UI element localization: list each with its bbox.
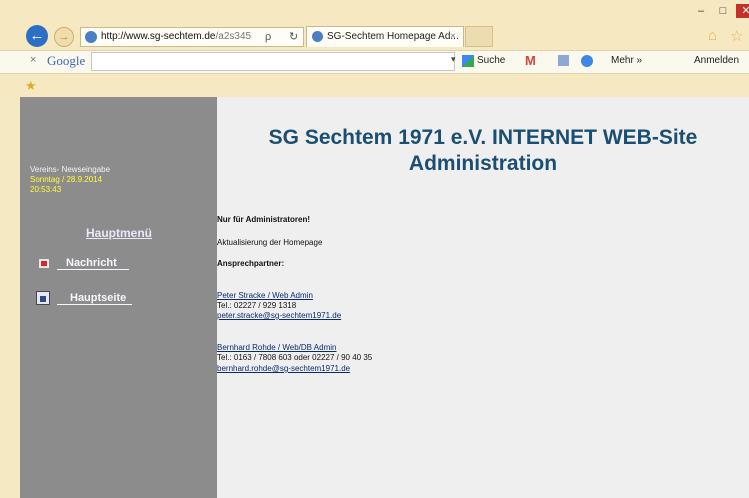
main-menu-title[interactable]: Hauptmenü bbox=[86, 226, 152, 240]
forward-arrow-icon[interactable]: → bbox=[54, 27, 74, 47]
browser-tab[interactable]: SG-Sechtem Homepage Ad... × bbox=[306, 26, 464, 47]
site-favicon-icon bbox=[85, 31, 97, 43]
main-content: SG Sechtem 1971 e.V. INTERNET WEB-Site A… bbox=[217, 97, 749, 498]
anmelden-button[interactable]: Anmelden bbox=[694, 55, 739, 66]
new-tab-button[interactable] bbox=[465, 26, 493, 47]
back-arrow-icon[interactable]: ← bbox=[26, 25, 48, 47]
homepage-icon[interactable] bbox=[36, 291, 50, 305]
sidebar-item-nachricht[interactable]: Nachricht bbox=[57, 257, 129, 270]
google-logo: Google bbox=[47, 53, 86, 68]
sidebar: Vereins- Newseingabe Sonntag / 28.9.2014… bbox=[20, 97, 217, 498]
toolbar-close-icon[interactable]: × bbox=[30, 54, 36, 66]
contact-phone: Tel.: 0163 / 7808 603 oder 02227 / 90 40… bbox=[217, 353, 373, 362]
page-title-line2: Administration bbox=[408, 152, 558, 175]
url-path: /a2s345 bbox=[215, 31, 252, 42]
sidebar-time: 20:53:43 bbox=[30, 185, 62, 194]
update-text: Aktualisierung der Homepage bbox=[217, 238, 323, 247]
maximize-button[interactable]: □ bbox=[714, 4, 732, 18]
tab-close-icon[interactable]: × bbox=[450, 27, 456, 47]
url-host: http://www.sg-sechtem.de bbox=[101, 31, 216, 42]
page-title-line1: SG Sechtem 1971 e.V. INTERNET WEB-Site bbox=[268, 126, 698, 149]
tab-title: SG-Sechtem Homepage Ad... bbox=[327, 31, 459, 42]
url-text: http://www.sg-sechtem.de/a2s345 bbox=[101, 28, 251, 46]
refresh-icon[interactable]: ↻ bbox=[289, 28, 298, 46]
web-page: Vereins- Newseingabe Sonntag / 28.9.2014… bbox=[20, 97, 749, 498]
sidebar-label: Vereins- Newseingabe bbox=[30, 165, 111, 174]
google-search-icon[interactable] bbox=[462, 55, 474, 67]
gmail-icon[interactable]: M bbox=[525, 53, 536, 68]
close-window-button[interactable]: ✕ bbox=[736, 4, 749, 18]
contact-phone: Tel.: 02227 / 929 1318 bbox=[217, 301, 297, 310]
contact-email-link[interactable]: bernhard.rohde@sg-sechtem1971.de bbox=[217, 364, 350, 373]
minimize-button[interactable]: – bbox=[692, 4, 710, 18]
chevron-down-icon[interactable]: ▾ bbox=[451, 54, 456, 65]
share-icon[interactable] bbox=[581, 55, 593, 67]
message-icon[interactable] bbox=[39, 259, 49, 268]
browser-chrome: – □ ✕ ← → http://www.sg-sechtem.de/a2s34… bbox=[0, 0, 749, 97]
admins-only-heading: Nur für Administratoren! bbox=[217, 215, 311, 224]
toolbar-search-input[interactable] bbox=[91, 52, 455, 71]
address-bar[interactable]: http://www.sg-sechtem.de/a2s345 ρ ↻ bbox=[80, 27, 304, 47]
tab-favicon-icon bbox=[312, 31, 323, 42]
google-toolbar: × Google ▾ Suche M Mehr » Anmelden bbox=[0, 50, 749, 74]
page-title: SG Sechtem 1971 e.V. INTERNET WEB-Site A… bbox=[217, 125, 749, 177]
sidebar-item-hauptseite[interactable]: Hauptseite bbox=[57, 292, 133, 305]
contact-email-link[interactable]: peter.stracke@sg-sechtem1971.de bbox=[217, 311, 341, 320]
contact-heading: Ansprechpartner: bbox=[217, 259, 285, 268]
contact-name-link[interactable]: Bernhard Rohde / Web/DB Admin bbox=[217, 343, 336, 352]
add-favorite-icon[interactable]: ★ bbox=[25, 78, 37, 94]
mehr-button[interactable]: Mehr » bbox=[611, 55, 642, 66]
suche-button[interactable]: Suche bbox=[477, 55, 505, 66]
address-search-icon[interactable]: ρ bbox=[265, 28, 271, 46]
sidebar-date: Sonntag / 28.9.2014 bbox=[30, 175, 103, 184]
home-icon[interactable]: ⌂ bbox=[708, 27, 717, 44]
favorites-star-icon[interactable]: ☆ bbox=[730, 27, 743, 45]
calendar-icon[interactable] bbox=[558, 55, 569, 66]
contact-name-link[interactable]: Peter Stracke / Web Admin bbox=[217, 291, 313, 300]
